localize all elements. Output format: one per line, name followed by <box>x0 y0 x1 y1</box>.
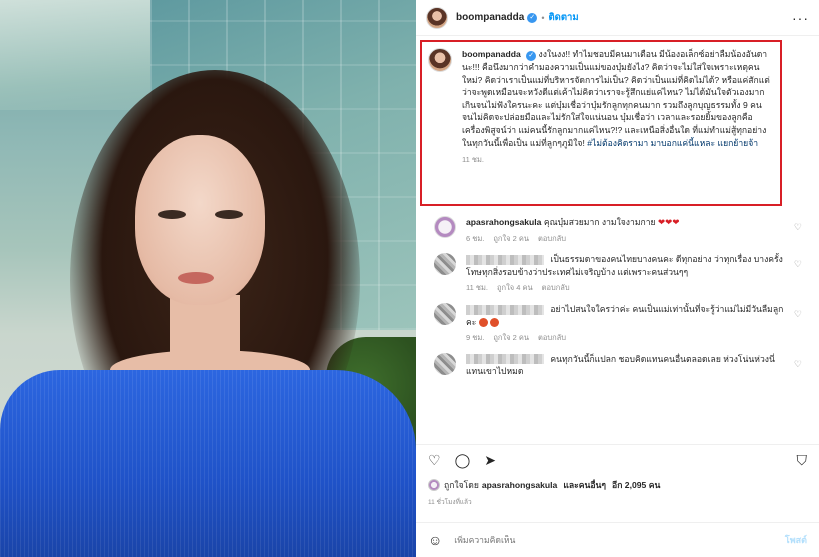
heart-icon[interactable]: ♡ <box>794 259 802 270</box>
comment-item: คนทุกวันนี้ก็แปลก ชอบคิดแทนคนอื่นตลอดเลย… <box>422 352 812 378</box>
emoji-face-icon <box>489 317 499 327</box>
author-avatar[interactable] <box>426 6 448 29</box>
caption-username[interactable]: boompanadda <box>462 49 521 59</box>
photo-lips <box>178 272 214 284</box>
comment-meta: 9 ชม. ถูกใจ 2 คน ตอบกลับ <box>466 332 786 345</box>
photo-dress <box>0 370 416 557</box>
heart-icon[interactable]: ♡ <box>794 222 802 233</box>
action-bar: ♡ ◯ ➤ ⛉ <box>416 444 819 474</box>
bookmark-icon[interactable]: ⛉ <box>797 453 808 467</box>
caption-body: boompanadda ✓ งงในงง!! ทำไมชอบมีคนมาเตือ… <box>462 48 774 204</box>
commenter-avatar[interactable] <box>434 216 456 238</box>
commenter-avatar[interactable] <box>434 253 456 276</box>
comment-meta: 6 ชม. ถูกใจ 2 คน ตอบกลับ <box>466 233 786 246</box>
comment-emoji: ❤❤❤ <box>657 217 680 227</box>
author-username[interactable]: boompanadda <box>456 12 524 23</box>
post-header: boompanadda ✓ • ติดตาม ··· <box>416 0 819 36</box>
comment-likes[interactable]: ถูกใจ 2 คน <box>493 233 529 246</box>
likes-prefix: ถูกใจโดย <box>444 480 479 490</box>
comment-body: คนทุกวันนี้ก็แปลก ชอบคิดแทนคนอื่นตลอดเลย… <box>466 353 812 378</box>
caption-time: 11 ชม. <box>462 155 484 165</box>
comment-icon[interactable]: ◯ <box>455 453 471 467</box>
caption-avatar[interactable] <box>428 48 452 72</box>
instagram-post: boompanadda ✓ • ติดตาม ··· boompanadda ✓… <box>0 0 819 557</box>
commenter-avatar[interactable] <box>434 302 456 325</box>
separator-dot: • <box>541 12 545 23</box>
comment-input[interactable] <box>454 535 785 545</box>
comment-likes[interactable]: ถูกใจ 4 คน <box>497 282 533 295</box>
post-time: 11 ชั่วโมงที่แล้ว <box>428 499 472 506</box>
blurred-username <box>466 254 544 265</box>
comment-reply-button[interactable]: ตอบกลับ <box>538 233 566 246</box>
likes-user[interactable]: apasrahongsakula <box>482 480 557 490</box>
emoji-face-icon <box>478 317 488 327</box>
comment-meta: 11 ชม. ถูกใจ 4 คน ตอบกลับ <box>466 282 786 295</box>
verified-icon: ✓ <box>527 12 538 23</box>
emoji-icon[interactable]: ☺ <box>428 533 442 547</box>
caption-hashtag[interactable]: #ไม่ต้องคิดรามา มาบอกแค่นี้แหละ แยกย้ายจ… <box>587 138 758 148</box>
likes-count[interactable]: อีก 2,095 คน <box>612 478 660 492</box>
follow-button[interactable]: ติดตาม <box>549 10 579 25</box>
blurred-username <box>466 304 544 315</box>
post-comment-button[interactable]: โพสต์ <box>785 533 807 547</box>
comment-time: 6 ชม. <box>466 233 485 243</box>
caption-text: งงในงง!! ทำไมชอบมีคนมาเตือน มีน้องอเล็กซ… <box>462 49 770 148</box>
comment-reply-button[interactable]: ตอบกลับ <box>542 282 570 295</box>
caption-block: boompanadda ✓ งงในงง!! ทำไมชอบมีคนมาเตือ… <box>420 40 782 206</box>
comment-body: อย่าไปสนใจใครว่าค่ะ คนเป็นแม่เท่านั้นที่… <box>466 303 812 345</box>
liker-avatar[interactable] <box>428 479 440 491</box>
more-icon[interactable]: ··· <box>792 10 809 26</box>
add-comment-bar: ☺ โพสต์ <box>416 522 819 557</box>
heart-icon[interactable]: ♡ <box>794 309 802 320</box>
likes-middle[interactable]: และคนอื่นๆ <box>563 478 606 492</box>
comment-item: เป็นธรรมดาของคนไทยบางคนคะ ดีทุกอย่าง ว่า… <box>422 253 812 295</box>
comment-time: 11 ชม. <box>466 283 488 293</box>
heart-icon[interactable]: ♡ <box>794 359 802 370</box>
comments-list: apasrahongsakula คุณบุ๋มสวยมาก งามใจงามก… <box>422 216 812 386</box>
verified-icon: ✓ <box>526 51 537 61</box>
comment-item: apasrahongsakula คุณบุ๋มสวยมาก งามใจงามก… <box>422 216 812 245</box>
photo-eye-right <box>215 210 243 219</box>
blurred-username <box>466 354 544 365</box>
post-photo[interactable] <box>0 0 416 557</box>
share-icon[interactable]: ➤ <box>484 453 496 467</box>
comment-text: คุณบุ๋มสวยมาก งามใจงามกาย <box>543 217 656 227</box>
photo-eye-left <box>158 210 186 219</box>
comment-body: เป็นธรรมดาของคนไทยบางคนคะ ดีทุกอย่าง ว่า… <box>466 253 812 295</box>
likes-summary: ถูกใจโดย apasrahongsakula และคนอื่นๆ อีก… <box>428 478 663 492</box>
comment-likes[interactable]: ถูกใจ 2 คน <box>493 332 529 345</box>
commenter-avatar[interactable] <box>434 352 456 375</box>
comment-body: apasrahongsakula คุณบุ๋มสวยมาก งามใจงามก… <box>466 216 812 245</box>
comment-username[interactable]: apasrahongsakula <box>466 217 541 227</box>
post-side-panel: boompanadda ✓ • ติดตาม ··· boompanadda ✓… <box>416 0 819 557</box>
comment-time: 9 ชม. <box>466 333 485 343</box>
comment-item: อย่าไปสนใจใครว่าค่ะ คนเป็นแม่เท่านั้นที่… <box>422 302 812 345</box>
comment-reply-button[interactable]: ตอบกลับ <box>538 332 566 345</box>
heart-icon[interactable]: ♡ <box>428 453 441 467</box>
